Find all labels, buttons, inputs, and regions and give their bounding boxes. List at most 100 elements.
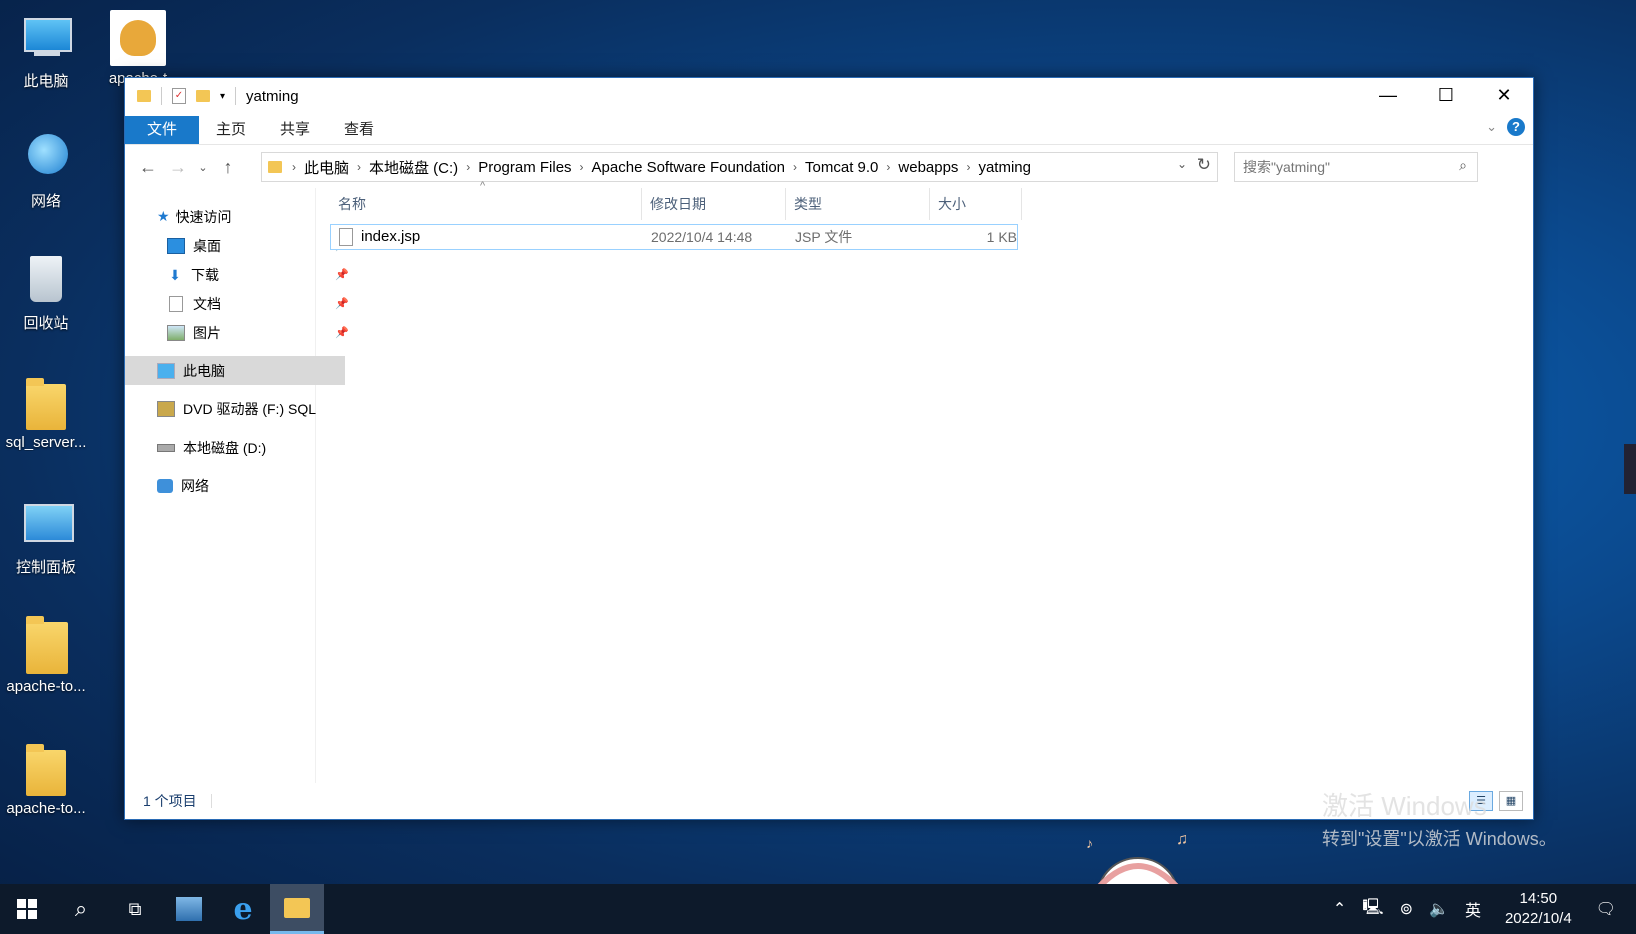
star-icon: ★ (157, 208, 170, 224)
title-bar[interactable]: ✓ ▾ yatming — ☐ ✕ (125, 78, 1533, 114)
desktop-icon-this-pc[interactable]: 此电脑 (0, 10, 92, 91)
network-icon (157, 478, 173, 493)
clock[interactable]: 14:50 2022/10/4 (1489, 889, 1588, 929)
up-button[interactable]: ↑ (213, 157, 243, 178)
column-headers: 名称 修改日期 类型 大小 ^ (330, 180, 1022, 220)
desktop-icon-control-panel[interactable]: 控制面板 (0, 496, 92, 577)
show-hidden-icons-chevron-icon[interactable]: ⌃ (1325, 899, 1354, 919)
internet-explorer-button[interactable]: e (216, 884, 270, 934)
address-dropdown-chevron-icon[interactable]: ⌄ (1177, 157, 1187, 171)
properties-icon[interactable]: ✓ (172, 88, 186, 104)
forward-button[interactable]: → (163, 157, 193, 178)
download-arrow-icon: ⬇ (169, 266, 181, 283)
volume-muted-icon[interactable]: 🔈 (1421, 899, 1457, 919)
breadcrumb-apache[interactable]: Apache Software Foundation (588, 159, 789, 176)
globe-icon (18, 130, 74, 186)
search-button[interactable]: ⌕ (54, 884, 108, 934)
status-alert-icon[interactable]: ⊚ (1392, 899, 1421, 919)
server-manager-button[interactable] (162, 884, 216, 934)
svg-text:♪: ♪ (1086, 835, 1093, 851)
file-modified-cell: 2022/10/4 14:48 (651, 229, 753, 245)
help-button[interactable]: ? (1507, 118, 1525, 136)
column-type[interactable]: 类型 (786, 188, 930, 220)
network-status-icon[interactable]: 🖳 (1354, 896, 1391, 923)
file-size-cell: 1 KB (986, 229, 1017, 245)
file-list: 名称 修改日期 类型 大小 ^ index.jsp 2022/10/4 14:4… (330, 180, 1533, 783)
tab-home[interactable]: 主页 (199, 116, 263, 144)
search-icon[interactable]: ⌕ (1459, 157, 1467, 174)
nav-quick-access[interactable]: ★ 快速访问 (125, 202, 345, 231)
task-view-icon: ⧉ (128, 898, 142, 919)
nav-documents[interactable]: 文档 📌 (125, 289, 355, 318)
breadcrumb-this-pc[interactable]: 此电脑 (300, 157, 353, 178)
maximize-button[interactable]: ☐ (1417, 78, 1475, 112)
close-button[interactable]: ✕ (1475, 78, 1533, 112)
desktop-icon-apache-zip[interactable]: apache-to... (0, 616, 92, 695)
breadcrumb-yatming[interactable]: yatming (974, 159, 1035, 176)
breadcrumb-program-files[interactable]: Program Files (474, 159, 575, 176)
nav-desktop[interactable]: 桌面 📌 (125, 231, 355, 260)
file-explorer-taskbar-button[interactable] (270, 884, 324, 934)
activation-watermark: 激活 Windows 转到"设置"以激活 Windows。 (1322, 786, 1557, 851)
desktop-icon-recycle-bin[interactable]: 回收站 (0, 252, 92, 333)
back-button[interactable]: ← (133, 157, 163, 178)
nav-network[interactable]: 网络 (125, 471, 345, 500)
document-icon (169, 295, 183, 312)
folder-icon (284, 897, 310, 918)
window-title: yatming (246, 87, 299, 105)
table-row[interactable]: index.jsp 2022/10/4 14:48 JSP 文件 1 KB (330, 224, 1018, 250)
breadcrumb-tomcat[interactable]: Tomcat 9.0 (801, 159, 882, 176)
computer-icon (18, 10, 74, 66)
recent-locations-chevron-icon[interactable]: ⌄ (193, 161, 213, 174)
control-panel-icon (18, 496, 74, 552)
hard-drive-icon (157, 443, 175, 452)
address-bar[interactable]: › 此电脑 › 本地磁盘 (C:) › Program Files › Apache … (261, 152, 1218, 182)
dvd-drive-icon (157, 400, 175, 417)
server-manager-icon (176, 897, 202, 921)
ime-indicator[interactable]: 英 (1457, 897, 1489, 921)
clock-date: 2022/10/4 (1504, 910, 1572, 927)
nav-this-pc[interactable]: 此电脑 (125, 356, 345, 385)
folder-icon (18, 740, 74, 796)
breadcrumb-c-drive[interactable]: 本地磁盘 (C:) (365, 157, 462, 178)
column-modified[interactable]: 修改日期 (642, 188, 786, 220)
column-size[interactable]: 大小 (930, 188, 1022, 220)
internet-explorer-icon: e (233, 891, 253, 927)
tomcat-icon (110, 10, 166, 66)
desktop-icon-network[interactable]: 网络 (0, 130, 92, 211)
taskbar: ⌕ ⧉ e ⌃ 🖳 ⊚ 🔈 英 14:50 2022/10/4 🗨 (0, 884, 1636, 934)
file-explorer-window: ✓ ▾ yatming — ☐ ✕ 文件 主页 共享 查看 ⌄ ? ← → ⌄ … (124, 77, 1534, 820)
start-button[interactable] (0, 884, 54, 934)
svg-text:♫: ♫ (1176, 831, 1188, 848)
nav-disk-d[interactable]: 本地磁盘 (D:) (125, 433, 345, 462)
refresh-icon[interactable]: ↻ (1197, 155, 1211, 175)
nav-pictures[interactable]: 图片 📌 (125, 318, 355, 347)
desktop-icon-label: apache-to... (6, 678, 86, 695)
search-input[interactable] (1235, 158, 1445, 176)
desktop-icon-apache-folder[interactable]: apache-to... (0, 740, 92, 817)
file-name-cell: index.jsp (331, 228, 643, 247)
nav-dvd-drive[interactable]: DVD 驱动器 (F:) SQL (125, 394, 345, 423)
desktop-icon-sql-server[interactable]: sql_server... (0, 374, 92, 451)
side-widget (1624, 444, 1636, 494)
desktop-icon-label: 此电脑 (23, 73, 69, 90)
minimize-button[interactable]: — (1359, 78, 1417, 112)
task-view-button[interactable]: ⧉ (108, 884, 162, 934)
tab-share[interactable]: 共享 (263, 116, 327, 144)
desktop-icon-apache-tomcat[interactable]: apache-t (92, 10, 184, 87)
computer-icon (157, 362, 175, 379)
watermark-subtitle: 转到"设置"以激活 Windows。 (1322, 829, 1557, 849)
search-box[interactable]: ⌕ (1234, 152, 1478, 182)
desktop-icon-label: sql_server... (5, 434, 87, 451)
expand-ribbon-chevron-icon[interactable]: ⌄ (1486, 119, 1497, 135)
tab-view[interactable]: 查看 (327, 116, 391, 144)
zip-folder-icon (18, 616, 74, 674)
breadcrumb-webapps[interactable]: webapps (894, 159, 962, 176)
column-name[interactable]: 名称 (330, 188, 642, 220)
nav-downloads[interactable]: ⬇ 下载 📌 (125, 260, 355, 289)
tab-file[interactable]: 文件 (125, 116, 200, 144)
chevron-down-icon[interactable]: ▾ (220, 91, 225, 102)
notifications-icon[interactable]: 🗨 (1588, 899, 1636, 919)
watermark-title: 激活 Windows (1322, 791, 1487, 821)
new-folder-icon[interactable] (196, 90, 210, 102)
